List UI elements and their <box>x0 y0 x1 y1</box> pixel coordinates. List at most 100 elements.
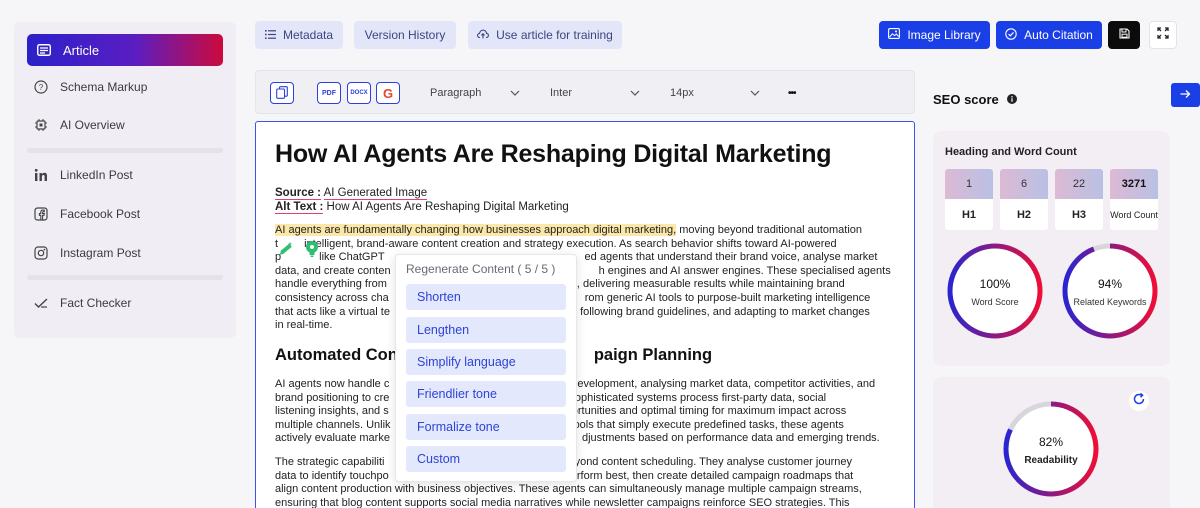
text-span: handle everything from <box>275 278 387 291</box>
text-span: data, and create conten <box>275 264 391 277</box>
count-value: 22 <box>1055 169 1103 199</box>
sidebar-item-ai-overview[interactable]: AI Overview <box>34 114 125 136</box>
upload-cloud-icon <box>477 28 490 42</box>
more-options-button[interactable]: ••• <box>788 84 808 102</box>
h2-count: 6 H2 <box>1000 169 1048 230</box>
menu-item-custom[interactable]: Custom <box>406 446 566 472</box>
font-select-value: Inter <box>550 87 573 99</box>
sidebar-item-article[interactable]: Article <box>27 34 223 66</box>
google-icon: G <box>382 85 394 101</box>
ai-rewrite-button[interactable] <box>277 241 295 260</box>
readability-label: Readability <box>1024 455 1078 466</box>
gauge-svg <box>947 243 1043 339</box>
paragraph-line: actively evaluate marke djustments based … <box>275 432 895 446</box>
fullscreen-button[interactable] <box>1149 21 1177 49</box>
google-docs-button[interactable]: G <box>376 82 400 104</box>
arrow-right-icon <box>1180 86 1191 104</box>
save-button[interactable] <box>1108 21 1140 49</box>
paragraph-line: p like ChatGPT ed agents that understand t… <box>275 251 895 265</box>
ai-suggest-button[interactable] <box>303 240 321 263</box>
count-label: H3 <box>1071 208 1087 221</box>
text-span: that acts like a virtual te <box>275 305 390 318</box>
expand-icon <box>1157 26 1169 44</box>
paragraph-line: The strategic capabiliti eyond content sc… <box>275 456 895 470</box>
text-span: brand positioning to cre <box>275 391 390 404</box>
more-icon: ••• <box>788 87 796 99</box>
text-span: listening insights, and s <box>275 405 389 418</box>
regenerate-content-menu: Regenerate Content ( 5 / 5 ) Shorten Len… <box>395 254 577 482</box>
h1-count: 1 H1 <box>945 169 993 230</box>
menu-item-simplify-language[interactable]: Simplify language <box>406 349 566 375</box>
font-size-select[interactable]: 14px <box>670 84 760 102</box>
chevron-down-icon <box>510 87 520 99</box>
sidebar-item-label: Schema Markup <box>60 80 148 94</box>
count-label: Word Count <box>1110 209 1158 220</box>
text-span: paign Planning <box>593 346 713 364</box>
text-span: multiple channels. Unlik <box>275 418 391 431</box>
source-value: AI Generated Image <box>323 187 428 200</box>
metadata-button[interactable]: Metadata <box>255 21 343 49</box>
seo-panel-toggle-button[interactable] <box>1171 83 1200 107</box>
menu-item-shorten[interactable]: Shorten <box>406 284 566 310</box>
sidebar-item-label: Fact Checker <box>60 296 132 310</box>
h3-count: 22 H3 <box>1055 169 1103 230</box>
metadata-label: Metadata <box>282 28 334 42</box>
version-history-button[interactable]: Version History <box>354 21 456 49</box>
seo-score-title: SEO score <box>933 92 1017 107</box>
paragraph-line: listening insights, and s ortunities and … <box>275 405 895 419</box>
paragraph-line: ensuring that blog content supports soci… <box>275 496 850 508</box>
heading-word-count-card: Heading and Word Count 1 H1 6 H2 22 H3 3… <box>933 131 1170 366</box>
readability-value: 82% <box>1038 435 1064 449</box>
menu-item-friendlier-tone[interactable]: Friendlier tone <box>406 381 566 407</box>
gauge-svg <box>1062 243 1158 339</box>
chevron-down-icon <box>630 87 640 99</box>
use-for-training-button[interactable]: Use article for training <box>468 21 622 49</box>
sidebar-item-schema-markup[interactable]: ? Schema Markup <box>34 76 147 98</box>
text-span: evelopment, analysing market data, compe… <box>577 378 876 390</box>
text-span: AI agents now handle c <box>275 378 390 390</box>
alt-text-label: Alt Text : <box>275 201 324 214</box>
export-docx-button[interactable]: DOCX <box>347 82 371 104</box>
paragraph-line: t intelligent, brand-aware content creati… <box>275 238 895 252</box>
menu-item-lengthen[interactable]: Lengthen <box>406 317 566 343</box>
text-span: ed agents that understand their brand vo… <box>584 251 878 264</box>
related-keywords-label: Related Keywords <box>1073 297 1147 307</box>
copy-button[interactable] <box>270 82 294 104</box>
gauge-svg <box>1003 401 1099 497</box>
info-icon[interactable] <box>1006 92 1017 107</box>
image-icon <box>888 28 901 42</box>
paragraph-line: brand positioning to cre sophisticated sy… <box>275 392 895 406</box>
sidebar-item-label: Instagram Post <box>60 246 141 260</box>
image-library-button[interactable]: Image Library <box>879 21 990 49</box>
text-span: consistency across cha <box>275 292 389 304</box>
text-span: moving beyond traditional automation <box>676 224 863 236</box>
article-editor[interactable]: How AI Agents Are Reshaping Digital Mark… <box>255 121 915 508</box>
sidebar-item-instagram-post[interactable]: Instagram Post <box>34 242 141 264</box>
paragraph-line: AI agents now handle c evelopment, analys… <box>275 378 895 392</box>
pdf-icon: PDF <box>322 89 336 97</box>
text-span: like ChatGPT <box>319 251 385 264</box>
sidebar-item-facebook-post[interactable]: Facebook Post <box>34 203 140 225</box>
auto-citation-button[interactable]: Auto Citation <box>996 21 1102 49</box>
sidebar-item-linkedin-post[interactable]: LinkedIn Post <box>34 164 133 186</box>
sidebar-item-label: Facebook Post <box>60 207 141 221</box>
facebook-icon <box>34 207 48 221</box>
text-span: , following brand guidelines, and adapti… <box>573 305 870 318</box>
source-line: Source : AI Generated Image <box>275 187 428 200</box>
sidebar-item-fact-checker[interactable]: Fact Checker <box>34 292 131 314</box>
lightbulb-icon <box>304 240 320 263</box>
editor-toolbar: PDF DOCX G Paragraph Inter 14px ••• <box>255 70 915 114</box>
text-span: eyond content scheduling. They analyse c… <box>568 456 852 468</box>
export-pdf-button[interactable]: PDF <box>317 82 341 104</box>
refresh-button[interactable] <box>1129 391 1149 411</box>
text-span: ortunities and optimal timing for maximu… <box>571 405 847 418</box>
sidebar-item-label: Article <box>63 42 100 58</box>
text-span: sophisticated systems process first-part… <box>569 391 827 404</box>
text-span: h engines and AI answer engines. These s… <box>598 264 891 277</box>
menu-item-formalize-tone[interactable]: Formalize tone <box>406 414 566 440</box>
text-span: actively evaluate marke <box>275 432 390 445</box>
paragraph-select[interactable]: Paragraph <box>430 84 520 102</box>
font-select[interactable]: Inter <box>550 84 640 102</box>
paragraph-line: align content production with business o… <box>275 483 862 496</box>
docx-icon: DOCX <box>350 90 368 96</box>
